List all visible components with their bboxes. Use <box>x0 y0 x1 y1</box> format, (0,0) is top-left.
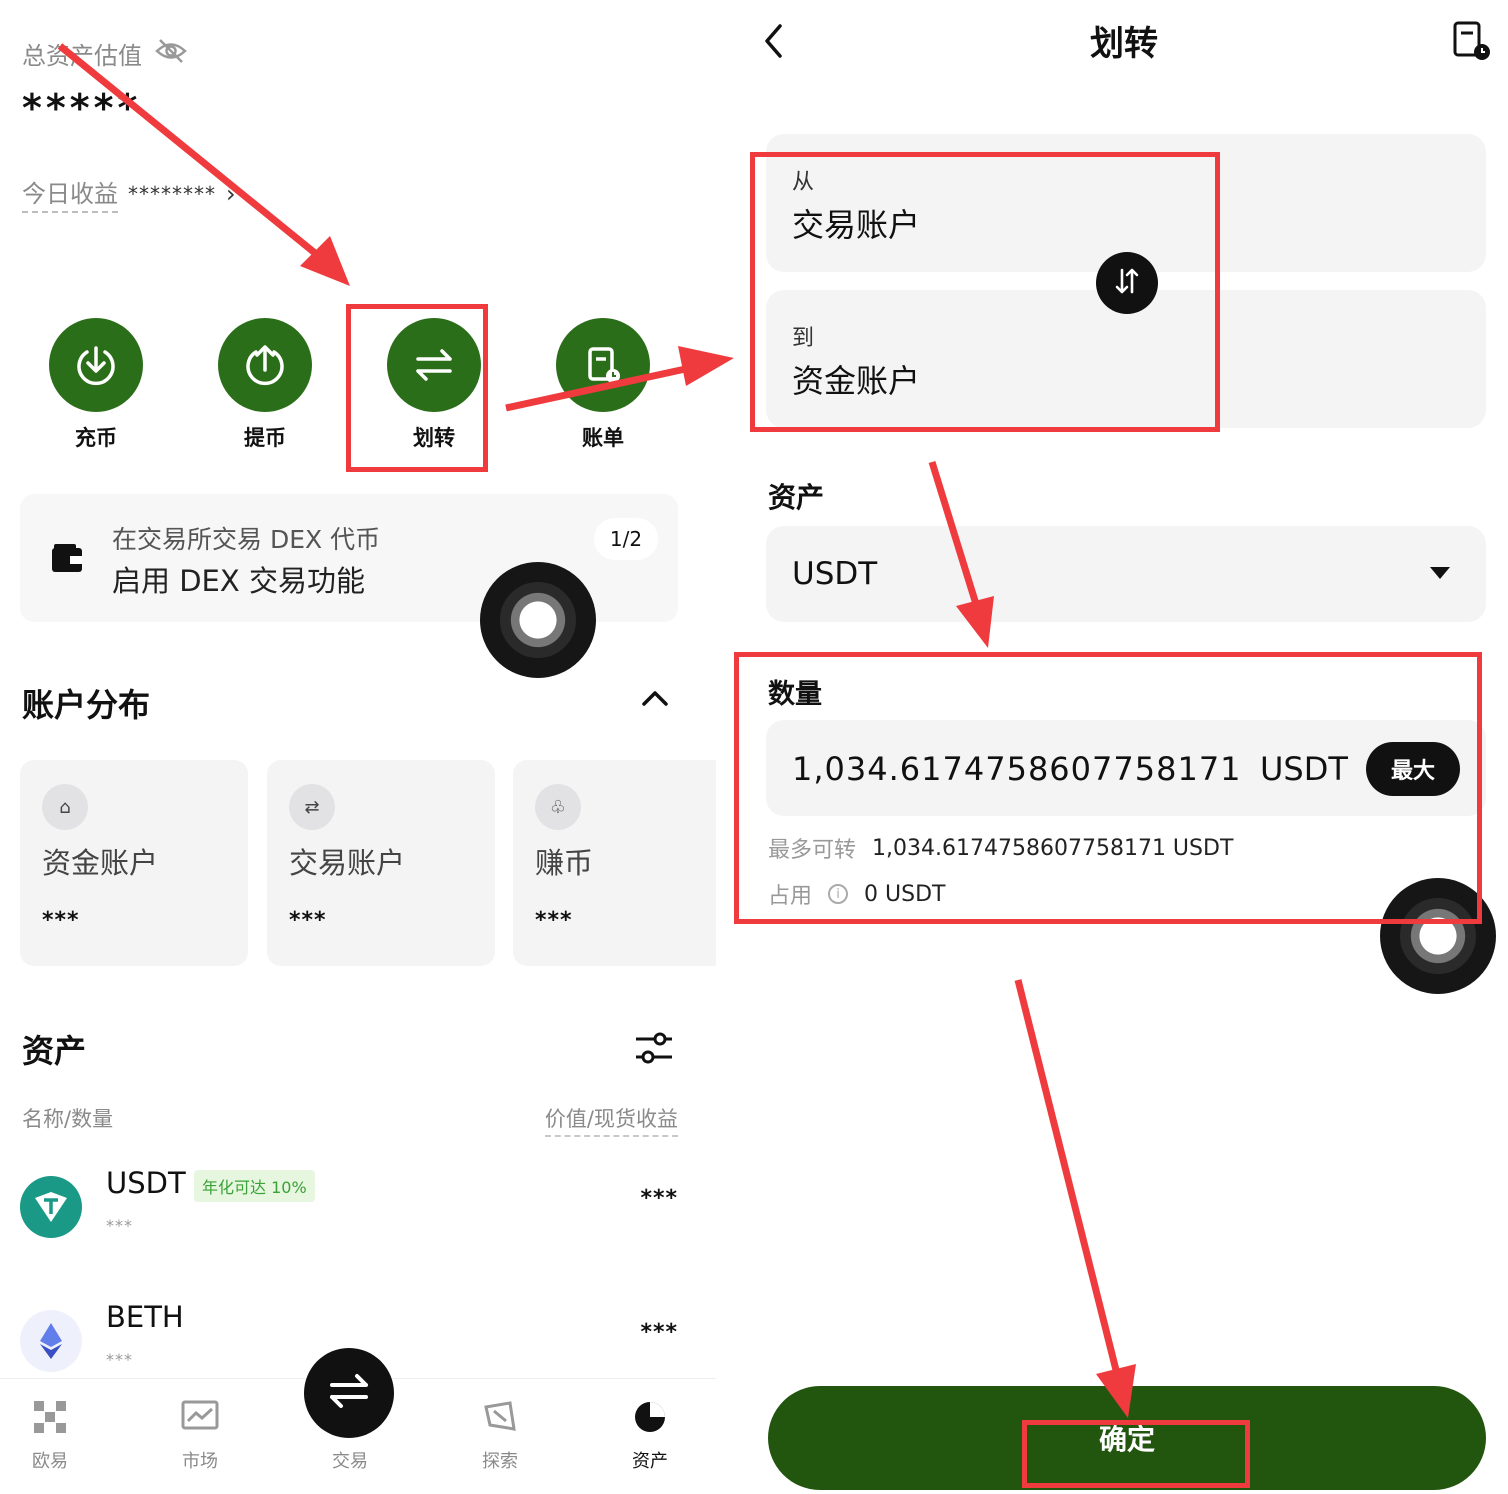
asset-row-usdt[interactable]: USDT 年化可达 10% *** *** <box>0 1166 716 1276</box>
account-card-trading[interactable]: ⇄ 交易账户 *** <box>267 760 495 966</box>
promo-line-1: 在交易所交易 DEX 代币 <box>112 525 381 554</box>
touch-indicator <box>480 562 596 678</box>
account-name: 资金账户 <box>42 846 159 880</box>
assets-title: 资产 <box>22 1032 87 1070</box>
tab-explore[interactable]: 探索 <box>450 1395 550 1473</box>
piggy-icon: ♧ <box>535 784 581 830</box>
today-earnings[interactable]: 今日收益 ******** › <box>22 174 236 213</box>
page-title: 划转 <box>1090 24 1158 64</box>
max-transfer-value: 1,034.6174758607758171 USDT <box>872 835 1234 861</box>
account-name: 赚币 <box>535 846 594 880</box>
account-card-funding[interactable]: ⌂ 资金账户 *** <box>20 760 248 966</box>
tab-label: 交易 <box>332 1451 368 1472</box>
accounts-title: 账户分布 <box>22 686 151 724</box>
transfer-icon <box>387 318 481 412</box>
tab-market[interactable]: 市场 <box>150 1395 250 1473</box>
lock-bag-icon: ⌂ <box>42 784 88 830</box>
tab-assets[interactable]: 资产 <box>600 1395 700 1473</box>
column-value-pnl[interactable]: 价值/现货收益 <box>544 1103 678 1137</box>
transfer-label: 划转 <box>413 426 455 450</box>
bill-button[interactable]: 账单 <box>555 318 651 452</box>
account-value: *** <box>289 908 327 933</box>
today-earnings-label: 今日收益 <box>22 174 118 213</box>
to-account-value: 资金账户 <box>792 362 921 400</box>
swap-direction-button[interactable] <box>1096 252 1158 314</box>
quantity-value: 1,034.6174758607758171 <box>792 750 1242 788</box>
transfer-screen: 划转 从 交易账户 到 资金账户 资产 USDT 数量 1,034.617475… <box>740 0 1508 1494</box>
pie-chart-icon <box>600 1395 700 1439</box>
asset-value: *** <box>640 1320 678 1345</box>
to-label: 到 <box>792 326 815 351</box>
account-value: *** <box>42 908 80 933</box>
tab-label: 资产 <box>632 1451 668 1472</box>
compass-icon <box>450 1395 550 1439</box>
withdraw-label: 提币 <box>244 426 286 450</box>
withdraw-button[interactable]: 提币 <box>217 318 313 452</box>
usdt-logo-icon <box>20 1176 82 1238</box>
swap-small-icon: ⇄ <box>289 784 335 830</box>
deposit-label: 充币 <box>75 426 117 450</box>
asset-label: 资产 <box>768 481 825 514</box>
promo-pager: 1/2 <box>594 518 658 560</box>
asset-symbol: USDT <box>106 1166 186 1200</box>
asset-select-value: USDT <box>792 556 878 592</box>
max-transfer-label: 最多可转 <box>768 838 857 863</box>
trade-fab-button[interactable] <box>304 1348 394 1438</box>
info-icon[interactable]: i <box>828 884 849 904</box>
eth-logo-icon <box>20 1310 82 1372</box>
column-name-qty: 名称/数量 <box>22 1107 114 1131</box>
asset-value: *** <box>640 1186 678 1211</box>
from-label: 从 <box>792 170 815 195</box>
today-earnings-value: ******** <box>128 181 216 206</box>
deposit-button[interactable]: 充币 <box>48 318 144 452</box>
transfer-button[interactable]: 划转 <box>386 318 482 452</box>
max-button[interactable]: 最大 <box>1366 742 1460 796</box>
caret-down-icon <box>1430 567 1450 579</box>
from-account-value: 交易账户 <box>792 206 921 244</box>
occupied-value: 0 USDT <box>864 881 946 907</box>
withdraw-icon <box>218 318 312 412</box>
tab-label: 探索 <box>482 1451 518 1472</box>
max-transfer-line: 最多可转 1,034.6174758607758171 USDT <box>768 832 1233 864</box>
account-card-earn[interactable]: ♧ 赚币 *** <box>513 760 716 966</box>
bill-label: 账单 <box>582 426 624 450</box>
tab-home[interactable]: 欧易 <box>0 1395 100 1473</box>
tab-label: 欧易 <box>32 1451 68 1472</box>
deposit-icon <box>49 318 143 412</box>
asset-symbol: BETH <box>106 1300 184 1334</box>
chart-icon <box>150 1395 250 1439</box>
occupied-label: 占用 <box>768 884 813 909</box>
chevron-right-icon: › <box>226 179 236 208</box>
account-name: 交易账户 <box>289 846 406 880</box>
wallet-icon <box>50 542 84 578</box>
confirm-button[interactable]: 确定 <box>768 1386 1486 1490</box>
promo-line-2: 启用 DEX 交易功能 <box>112 564 365 598</box>
account-value: *** <box>535 908 573 933</box>
total-assets-label: 总资产估值 <box>22 42 142 70</box>
bill-icon <box>556 318 650 412</box>
eye-hidden-icon[interactable] <box>154 38 188 70</box>
swap-arrows-icon <box>1112 266 1142 300</box>
quantity-label: 数量 <box>768 679 822 710</box>
apy-badge: 年化可达 10% <box>194 1170 315 1202</box>
filter-sliders-icon[interactable] <box>634 1030 674 1070</box>
asset-amount: *** <box>106 1216 133 1235</box>
quantity-unit: USDT <box>1260 750 1348 788</box>
touch-indicator <box>1380 878 1496 994</box>
chevron-up-icon[interactable] <box>640 688 670 712</box>
assets-screen: 总资产估值 ***** 今日收益 ******** › 充币 提币 划转 账单 <box>0 0 716 1494</box>
tab-label: 市场 <box>182 1451 218 1472</box>
occupied-line: 占用 i 0 USDT <box>768 878 945 910</box>
transfer-arrows-icon <box>326 1371 372 1415</box>
total-assets-header: 总资产估值 <box>22 36 188 71</box>
asset-amount: *** <box>106 1350 133 1369</box>
okx-logo-icon <box>0 1395 100 1439</box>
history-record-icon[interactable] <box>1452 20 1492 66</box>
total-assets-value: ***** <box>22 86 142 130</box>
